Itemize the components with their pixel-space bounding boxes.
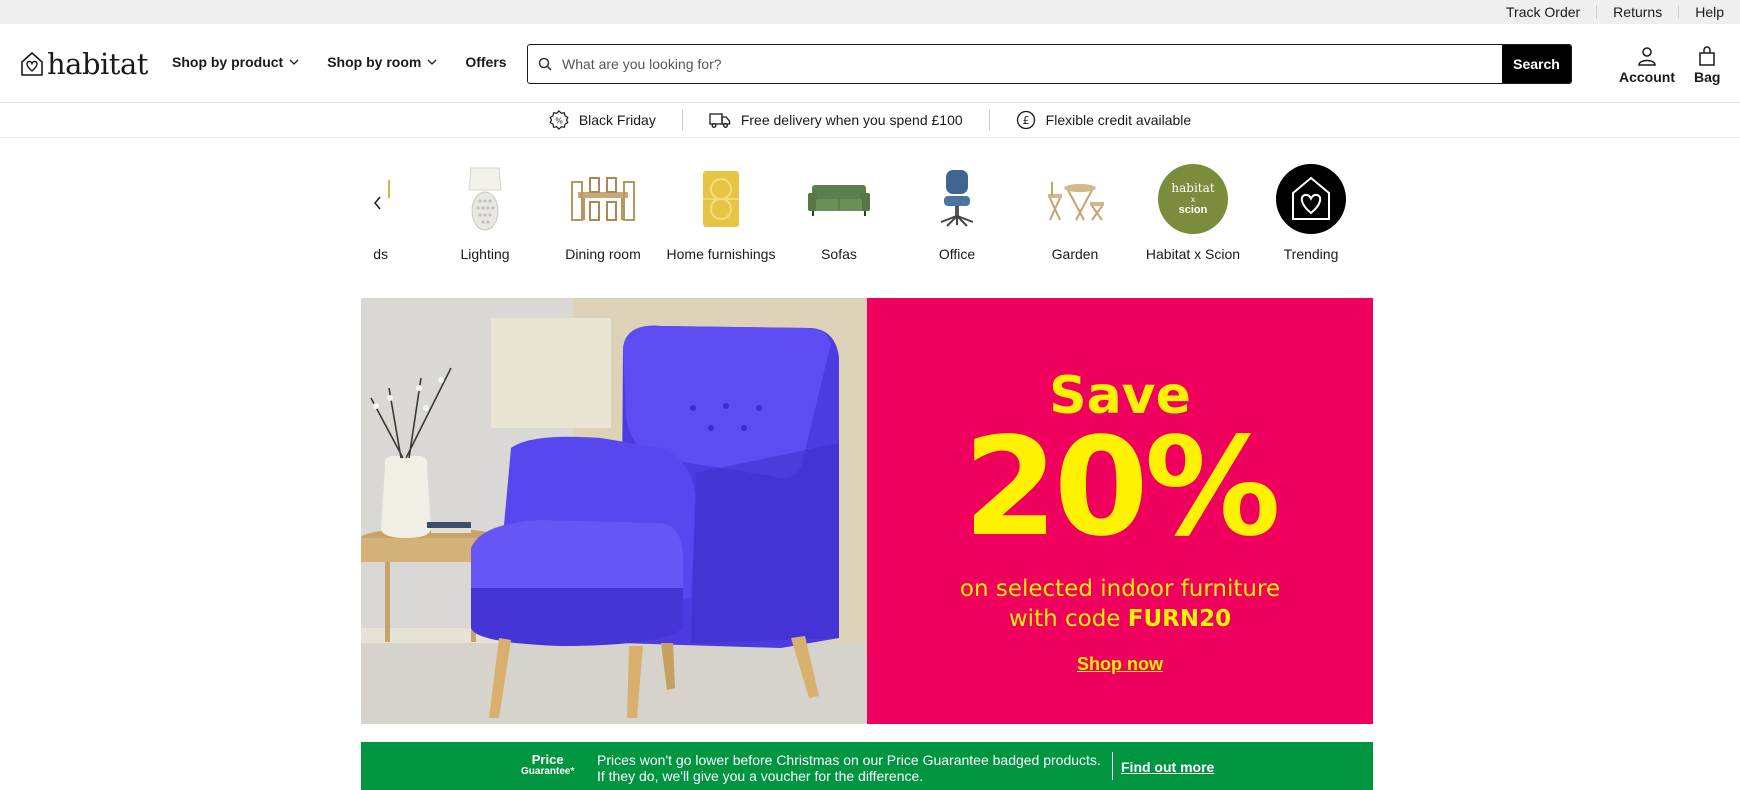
main-nav: Shop by product Shop by room Offers <box>172 54 535 70</box>
pound-coin-icon: £ <box>1016 110 1035 130</box>
category-label: Garden <box>1051 246 1099 262</box>
category-carousel: ds Lighting Dining room Home furnishings… <box>361 160 1373 280</box>
promo-percent: 20% <box>963 409 1281 567</box>
habitat-house-heart-logo <box>1276 164 1346 234</box>
search-button[interactable]: Search <box>1502 45 1571 83</box>
hero-banner[interactable]: Save 20% on selected indoor furniture wi… <box>361 298 1373 724</box>
nav-label: Offers <box>465 54 507 70</box>
chevron-down-icon <box>289 59 299 65</box>
category-lighting[interactable]: Lighting <box>426 164 544 263</box>
find-out-more-link[interactable]: Find out more <box>1121 759 1214 775</box>
category-label: Lighting <box>460 246 510 262</box>
category-garden[interactable]: Garden <box>1016 164 1134 263</box>
category-label: Trending <box>1283 246 1339 262</box>
promo-code-prefix: with code <box>1008 606 1128 632</box>
category-home-furnishings[interactable]: Home furnishings <box>662 164 780 263</box>
divider <box>1112 752 1113 780</box>
office-chair-image <box>922 164 992 234</box>
price-guarantee-banner: Price Guarantee* Prices won't go lower b… <box>361 742 1373 790</box>
garden-furniture-image <box>1040 164 1110 234</box>
promo-strip: % Black Friday Free delivery when you sp… <box>0 103 1740 138</box>
user-icon <box>1638 47 1656 66</box>
bag-icon <box>1699 46 1715 66</box>
nav-label: Shop by product <box>172 54 284 70</box>
sofa-image <box>804 164 874 234</box>
shop-now-link[interactable]: Shop now <box>867 654 1373 675</box>
category-partial[interactable]: ds <box>360 164 390 263</box>
account-button[interactable]: Account <box>1619 46 1675 85</box>
house-heart-icon <box>21 51 43 76</box>
strip-free-delivery[interactable]: Free delivery when you spend £100 <box>683 112 989 128</box>
track-order-link[interactable]: Track Order <box>1490 5 1596 19</box>
category-office[interactable]: Office <box>898 164 1016 263</box>
category-label: Habitat x Scion <box>1145 246 1241 262</box>
cushion-image <box>686 164 756 234</box>
scion-badge-line3: scion <box>1178 203 1208 216</box>
category-label: Dining room <box>565 246 641 262</box>
search-icon <box>528 45 562 83</box>
help-link[interactable]: Help <box>1678 5 1728 19</box>
logo-text: habitat <box>47 47 148 81</box>
strip-flexible-credit[interactable]: £ Flexible credit available <box>990 110 1218 130</box>
strip-label: Black Friday <box>578 112 656 128</box>
habitat-logo[interactable]: habitat <box>20 47 148 81</box>
nav-label: Shop by room <box>327 54 422 70</box>
category-sofas[interactable]: Sofas <box>780 164 898 263</box>
category-label: ds <box>373 246 388 262</box>
category-label: Home furnishings <box>666 246 776 262</box>
nav-offers[interactable]: Offers <box>465 54 506 70</box>
pg-text-line2: If they do, we'll give you a voucher for… <box>597 768 924 784</box>
delivery-van-icon <box>709 113 730 128</box>
habitat-scion-logo: habitat x scion <box>1158 164 1228 234</box>
nav-shop-by-room[interactable]: Shop by room <box>327 54 437 70</box>
strip-label: Flexible credit available <box>1045 112 1192 128</box>
discount-badge-icon: % <box>549 110 569 130</box>
category-habitat-x-scion[interactable]: habitat x scion Habitat x Scion <box>1134 164 1252 263</box>
search-input[interactable] <box>562 45 1502 83</box>
promo-panel: Save 20% on selected indoor furniture wi… <box>867 298 1373 724</box>
site-header: habitat Shop by product Shop by room Off… <box>0 24 1740 103</box>
dining-set-image <box>568 164 638 234</box>
category-trending[interactable]: Trending <box>1252 164 1370 263</box>
price-guarantee-text: Prices won't go lower before Christmas o… <box>597 752 1101 784</box>
strip-label: Free delivery when you spend £100 <box>740 112 963 128</box>
account-label: Account <box>1619 69 1675 85</box>
returns-link[interactable]: Returns <box>1596 5 1678 19</box>
pg-text-line1: Prices won't go lower before Christmas o… <box>597 752 1101 768</box>
promo-code: FURN20 <box>1127 606 1232 632</box>
search-bar: Search <box>527 44 1572 84</box>
nav-shop-by-product[interactable]: Shop by product <box>172 54 299 70</box>
svg-text:£: £ <box>1022 114 1029 127</box>
svg-text:%: % <box>555 117 563 126</box>
table-lamp-image <box>450 164 520 234</box>
scion-badge-line1: habitat <box>1171 180 1215 195</box>
bag-button[interactable]: Bag <box>1694 46 1720 85</box>
category-label: Office <box>938 246 976 262</box>
badge-line2: Guarantee* <box>521 766 575 777</box>
armchair-photo <box>361 298 867 724</box>
category-dining-room[interactable]: Dining room <box>544 164 662 263</box>
price-guarantee-badge: Price Guarantee* <box>521 752 575 778</box>
promo-subtext: on selected indoor furniture with code F… <box>867 574 1373 634</box>
bag-label: Bag <box>1694 69 1721 85</box>
partial-category-image <box>360 164 390 234</box>
chevron-down-icon <box>427 59 437 65</box>
strip-black-friday[interactable]: % Black Friday <box>523 110 682 130</box>
scion-badge-line2: x <box>1191 194 1195 204</box>
promo-subtext-line2: with code FURN20 <box>867 604 1373 634</box>
badge-line1: Price <box>531 752 564 767</box>
utility-bar: Track Order Returns Help <box>0 0 1740 24</box>
promo-subtext-line1: on selected indoor furniture <box>959 576 1281 602</box>
category-label: Sofas <box>821 246 857 262</box>
